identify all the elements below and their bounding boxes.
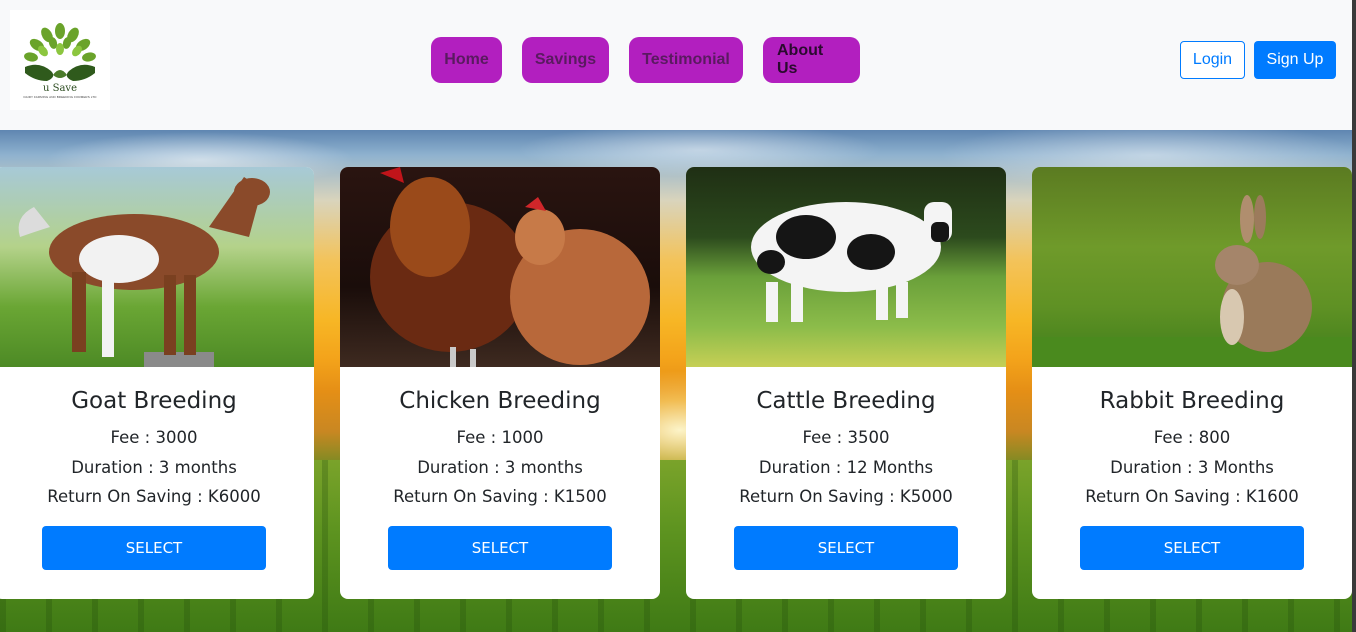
card-return: Return On Saving : K1500 (393, 487, 607, 506)
plan-card-rabbit: Rabbit Breeding Fee : 800 Duration : 3 M… (1032, 167, 1352, 599)
select-rabbit-button[interactable]: SELECT (1080, 525, 1304, 570)
card-return: Return On Saving : K6000 (47, 487, 261, 506)
nav-savings-button[interactable]: Savings (522, 37, 609, 83)
card-fee: Fee : 3000 (110, 428, 198, 447)
nav-about-us-button[interactable]: About Us (763, 37, 860, 83)
card-title: Rabbit Breeding (1099, 388, 1285, 414)
rabbit-picture (1032, 195, 1352, 367)
select-cattle-button[interactable]: SELECT (734, 525, 958, 570)
card-title: Goat Breeding (71, 388, 237, 414)
card-duration: Duration : 12 Months (758, 457, 934, 477)
card-fee: Fee : 3500 (802, 428, 890, 447)
card-title: Chicken Breeding (399, 388, 601, 414)
card-duration: Duration : 3 months (417, 457, 583, 477)
rabbit-image (1032, 167, 1352, 367)
auth-buttons: Login Sign Up (1180, 41, 1336, 79)
card-return: Return On Saving : K1600 (1085, 487, 1299, 506)
goat-image (0, 167, 314, 367)
card-title: Cattle Breeding (756, 388, 936, 414)
plan-card-goat: Goat Breeding Fee : 3000 Duration : 3 mo… (0, 167, 314, 599)
select-goat-button[interactable]: SELECT (42, 525, 266, 570)
sign-up-button[interactable]: Sign Up (1254, 41, 1336, 79)
logo-tagline: DAIRY FARMING AND BREEDING FORMERS LTD (23, 95, 97, 99)
nav-testimonial-button[interactable]: Testimonial (629, 37, 743, 83)
cattle-image (686, 167, 1006, 367)
goat-picture (18, 177, 270, 367)
select-chicken-button[interactable]: SELECT (388, 525, 612, 570)
main-nav: Home Savings Testimonial About Us (431, 37, 860, 83)
plan-card-chicken: Chicken Breeding Fee : 1000 Duration : 3… (340, 167, 660, 599)
leaf-hands-logo-icon (24, 23, 96, 81)
cattle-picture (751, 202, 952, 322)
plan-card-cattle: Cattle Breeding Fee : 3500 Duration : 12… (686, 167, 1006, 599)
card-duration: Duration : 3 Months (1110, 457, 1274, 477)
card-duration: Duration : 3 months (71, 457, 237, 477)
login-button[interactable]: Login (1180, 41, 1245, 79)
site-logo[interactable]: u Save DAIRY FARMING AND BREEDING FORMER… (10, 10, 110, 110)
navbar: u Save DAIRY FARMING AND BREEDING FORMER… (0, 0, 1352, 130)
chicken-picture (370, 167, 650, 367)
card-fee: Fee : 800 (1153, 428, 1231, 447)
card-fee: Fee : 1000 (456, 428, 544, 447)
card-return: Return On Saving : K5000 (739, 487, 953, 506)
chicken-image (340, 167, 660, 367)
nav-home-button[interactable]: Home (431, 37, 502, 83)
logo-name: u Save (43, 83, 77, 94)
window-edge (1352, 0, 1356, 632)
